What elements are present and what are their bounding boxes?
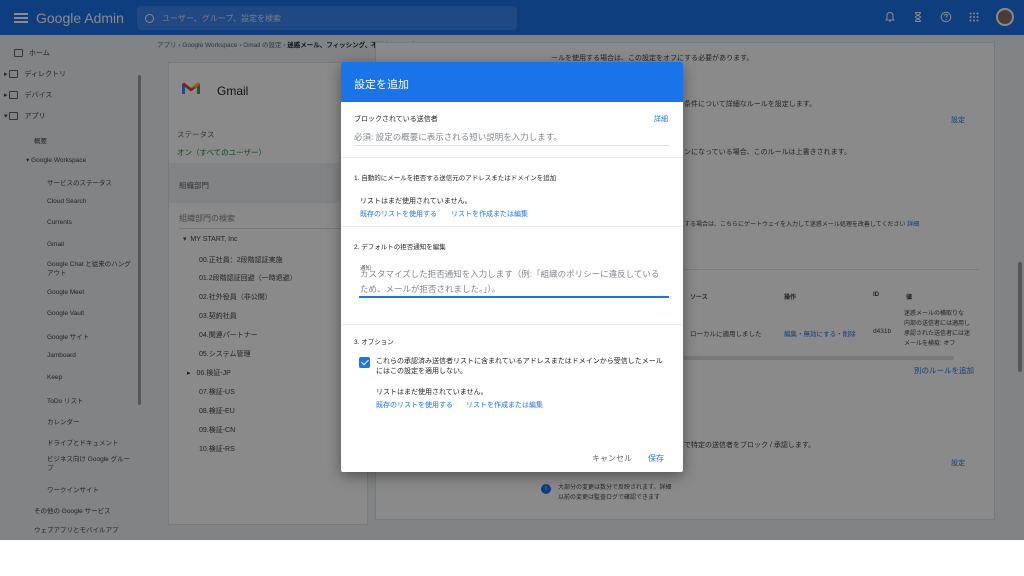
create-list-link[interactable]: リストを作成または編集 [451,209,528,219]
approved-senders-checkbox[interactable] [359,357,370,368]
description-input-underline [354,145,669,146]
cancel-button[interactable]: キャンセル [592,453,632,464]
use-existing-list-link[interactable]: 既存のリストを使用する [360,209,437,219]
description-input[interactable]: 必須: 設定の概要に表示される短い説明を入力します。 [354,131,562,143]
section-divider [341,157,683,158]
create-list-link[interactable]: リストを作成または編集 [466,400,543,410]
admin-console-page: Google Admin ユーザー、グループ、設定を検索 ホーム ▸ ディレクト… [0,0,1024,540]
save-button[interactable]: 保存 [648,453,664,464]
detail-link[interactable]: 詳細 [654,114,668,124]
textarea-underline [359,296,669,298]
section-divider [341,226,683,227]
rejection-notice-textarea[interactable]: カスタマイズした拒否通知を入力します（例:「組織のポリシーに違反しているため、メ… [360,267,665,297]
approved-senders-option-text[interactable]: これらの承認済み送信者リストに含まれているアドレスまたはドメインから受信したメー… [376,357,668,377]
section-3-title: 3. オプション [354,339,394,346]
section-1-empty-text: リストはまだ使用されていません。 [360,198,472,205]
section-divider [341,324,683,325]
use-existing-list-link[interactable]: 既存のリストを使用する [376,400,453,410]
setting-name-label: ブロックされている送信者 [354,116,438,123]
dialog-title: 設定を追加 [354,79,409,91]
dialog-header: 設定を追加 [341,62,683,102]
section-1-title: 1. 自動的にメールを拒否する送信元のアドレスまたはドメインを追加 [354,175,557,182]
section-3-empty-text: リストはまだ使用されていません。 [376,389,488,396]
add-setting-dialog: 設定を追加 ブロックされている送信者 詳細 必須: 設定の概要に表示される短い説… [341,62,683,472]
section-2-title: 2. デフォルトの拒否通知を編集 [354,244,446,251]
